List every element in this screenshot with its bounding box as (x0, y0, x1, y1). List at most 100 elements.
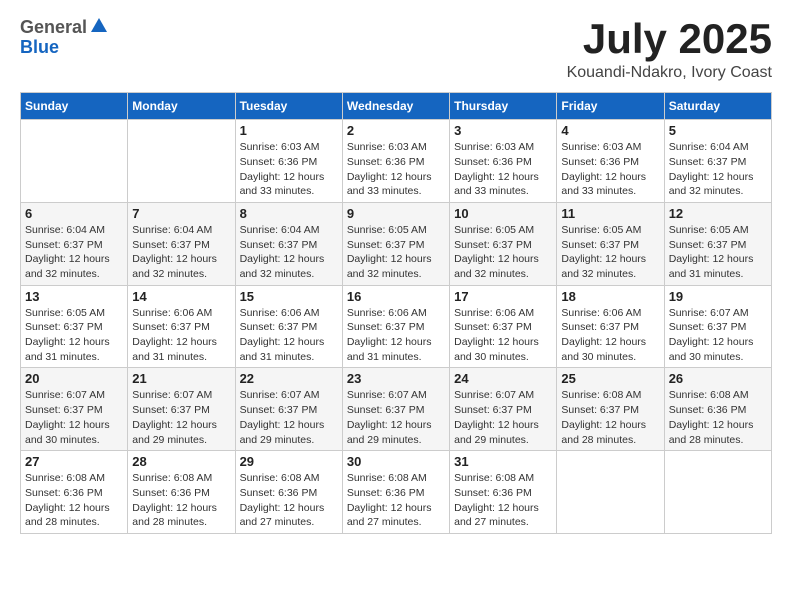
day-number: 29 (240, 454, 338, 469)
day-info: Sunrise: 6:06 AMSunset: 6:37 PMDaylight:… (132, 306, 230, 365)
calendar-cell (664, 451, 771, 534)
calendar-cell: 8 Sunrise: 6:04 AMSunset: 6:37 PMDaylight… (235, 202, 342, 285)
day-info: Sunrise: 6:07 AMSunset: 6:37 PMDaylight:… (25, 388, 123, 447)
day-info: Sunrise: 6:07 AMSunset: 6:37 PMDaylight:… (454, 388, 552, 447)
day-info: Sunrise: 6:05 AMSunset: 6:37 PMDaylight:… (454, 223, 552, 282)
day-info: Sunrise: 6:03 AMSunset: 6:36 PMDaylight:… (561, 140, 659, 199)
calendar-cell: 4 Sunrise: 6:03 AMSunset: 6:36 PMDaylight… (557, 120, 664, 203)
day-info: Sunrise: 6:04 AMSunset: 6:37 PMDaylight:… (25, 223, 123, 282)
calendar-cell: 12Sunrise: 6:05 AMSunset: 6:37 PMDayligh… (664, 202, 771, 285)
day-info: Sunrise: 6:03 AMSunset: 6:36 PMDaylight:… (347, 140, 445, 199)
calendar-cell: 19 Sunrise: 6:07 AMSunset: 6:37 PMDayligh… (664, 285, 771, 368)
day-number: 25 (561, 371, 659, 386)
calendar-cell (128, 120, 235, 203)
calendar-location: Kouandi-Ndakro, Ivory Coast (567, 64, 772, 82)
day-info: Sunrise: 6:07 AMSunset: 6:37 PMDaylight:… (240, 388, 338, 447)
calendar-cell: 5Sunrise: 6:04 AMSunset: 6:37 PMDaylight… (664, 120, 771, 203)
day-info: Sunrise: 6:03 AMSunset: 6:36 PMDaylight:… (454, 140, 552, 199)
day-info: Sunrise: 6:06 AMSunset: 6:37 PMDaylight:… (454, 306, 552, 365)
week-row-2: 6 Sunrise: 6:04 AMSunset: 6:37 PMDaylight… (21, 202, 772, 285)
day-number: 19 (669, 289, 767, 304)
calendar-cell: 2 Sunrise: 6:03 AMSunset: 6:36 PMDaylight… (342, 120, 449, 203)
day-number: 8 (240, 206, 338, 221)
day-info: Sunrise: 6:05 AMSunset: 6:37 PMDaylight:… (561, 223, 659, 282)
calendar-cell: 15 Sunrise: 6:06 AMSunset: 6:37 PMDayligh… (235, 285, 342, 368)
day-info: Sunrise: 6:07 AMSunset: 6:37 PMDaylight:… (132, 388, 230, 447)
day-number: 13 (25, 289, 123, 304)
calendar-title: July 2025 (567, 16, 772, 62)
day-info: Sunrise: 6:03 AMSunset: 6:36 PMDaylight:… (240, 140, 338, 199)
day-info: Sunrise: 6:04 AMSunset: 6:37 PMDaylight:… (132, 223, 230, 282)
day-info: Sunrise: 6:08 AMSunset: 6:36 PMDaylight:… (132, 471, 230, 530)
day-info: Sunrise: 6:05 AMSunset: 6:37 PMDaylight:… (347, 223, 445, 282)
calendar-cell: 1 Sunrise: 6:03 AMSunset: 6:36 PMDaylight… (235, 120, 342, 203)
day-info: Sunrise: 6:06 AMSunset: 6:37 PMDaylight:… (240, 306, 338, 365)
calendar-cell: 6 Sunrise: 6:04 AMSunset: 6:37 PMDaylight… (21, 202, 128, 285)
header-monday: Monday (128, 93, 235, 120)
calendar-cell: 17 Sunrise: 6:06 AMSunset: 6:37 PMDayligh… (450, 285, 557, 368)
day-number: 15 (240, 289, 338, 304)
calendar-cell: 28Sunrise: 6:08 AMSunset: 6:36 PMDayligh… (128, 451, 235, 534)
calendar-cell: 3 Sunrise: 6:03 AMSunset: 6:36 PMDaylight… (450, 120, 557, 203)
day-number: 24 (454, 371, 552, 386)
weekday-header-row: Sunday Monday Tuesday Wednesday Thursday… (21, 93, 772, 120)
day-number: 18 (561, 289, 659, 304)
week-row-3: 13 Sunrise: 6:05 AMSunset: 6:37 PMDayligh… (21, 285, 772, 368)
logo-general-text: General (20, 18, 87, 36)
day-number: 20 (25, 371, 123, 386)
day-number: 6 (25, 206, 123, 221)
day-number: 21 (132, 371, 230, 386)
day-info: Sunrise: 6:07 AMSunset: 6:37 PMDaylight:… (669, 306, 767, 365)
day-number: 1 (240, 123, 338, 138)
day-number: 14 (132, 289, 230, 304)
header-wednesday: Wednesday (342, 93, 449, 120)
calendar-cell: 20 Sunrise: 6:07 AMSunset: 6:37 PMDayligh… (21, 368, 128, 451)
day-number: 9 (347, 206, 445, 221)
week-row-5: 27 Sunrise: 6:08 AMSunset: 6:36 PMDayligh… (21, 451, 772, 534)
day-number: 5 (669, 123, 767, 138)
calendar-cell: 29Sunrise: 6:08 AMSunset: 6:36 PMDayligh… (235, 451, 342, 534)
calendar-cell: 30 Sunrise: 6:08 AMSunset: 6:36 PMDayligh… (342, 451, 449, 534)
header-friday: Friday (557, 93, 664, 120)
calendar-cell: 11 Sunrise: 6:05 AMSunset: 6:37 PMDayligh… (557, 202, 664, 285)
day-number: 22 (240, 371, 338, 386)
calendar-cell: 25Sunrise: 6:08 AMSunset: 6:37 PMDayligh… (557, 368, 664, 451)
calendar-cell (557, 451, 664, 534)
calendar-cell: 10Sunrise: 6:05 AMSunset: 6:37 PMDayligh… (450, 202, 557, 285)
day-number: 3 (454, 123, 552, 138)
day-number: 4 (561, 123, 659, 138)
calendar-cell: 26 Sunrise: 6:08 AMSunset: 6:36 PMDayligh… (664, 368, 771, 451)
calendar-cell: 13 Sunrise: 6:05 AMSunset: 6:37 PMDayligh… (21, 285, 128, 368)
day-info: Sunrise: 6:06 AMSunset: 6:37 PMDaylight:… (347, 306, 445, 365)
day-info: Sunrise: 6:04 AMSunset: 6:37 PMDaylight:… (240, 223, 338, 282)
calendar-cell: 21 Sunrise: 6:07 AMSunset: 6:37 PMDayligh… (128, 368, 235, 451)
calendar-cell: 18Sunrise: 6:06 AMSunset: 6:37 PMDayligh… (557, 285, 664, 368)
day-info: Sunrise: 6:08 AMSunset: 6:36 PMDaylight:… (454, 471, 552, 530)
day-number: 11 (561, 206, 659, 221)
calendar-cell: 14 Sunrise: 6:06 AMSunset: 6:37 PMDayligh… (128, 285, 235, 368)
day-number: 17 (454, 289, 552, 304)
day-number: 27 (25, 454, 123, 469)
day-number: 12 (669, 206, 767, 221)
day-info: Sunrise: 6:08 AMSunset: 6:36 PMDaylight:… (347, 471, 445, 530)
title-block: July 2025 Kouandi-Ndakro, Ivory Coast (567, 16, 772, 82)
day-number: 23 (347, 371, 445, 386)
day-info: Sunrise: 6:05 AMSunset: 6:37 PMDaylight:… (25, 306, 123, 365)
day-number: 26 (669, 371, 767, 386)
header-tuesday: Tuesday (235, 93, 342, 120)
day-number: 30 (347, 454, 445, 469)
calendar-cell: 24 Sunrise: 6:07 AMSunset: 6:37 PMDayligh… (450, 368, 557, 451)
day-info: Sunrise: 6:07 AMSunset: 6:37 PMDaylight:… (347, 388, 445, 447)
page: General Blue July 2025 Kouandi-Ndakro, I… (0, 0, 792, 612)
header-saturday: Saturday (664, 93, 771, 120)
day-number: 7 (132, 206, 230, 221)
day-number: 2 (347, 123, 445, 138)
day-number: 31 (454, 454, 552, 469)
day-info: Sunrise: 6:08 AMSunset: 6:36 PMDaylight:… (669, 388, 767, 447)
day-info: Sunrise: 6:08 AMSunset: 6:36 PMDaylight:… (25, 471, 123, 530)
calendar-cell: 22 Sunrise: 6:07 AMSunset: 6:37 PMDayligh… (235, 368, 342, 451)
calendar-cell: 9 Sunrise: 6:05 AMSunset: 6:37 PMDaylight… (342, 202, 449, 285)
day-number: 16 (347, 289, 445, 304)
logo-icon (89, 16, 109, 36)
calendar-cell: 16 Sunrise: 6:06 AMSunset: 6:37 PMDayligh… (342, 285, 449, 368)
